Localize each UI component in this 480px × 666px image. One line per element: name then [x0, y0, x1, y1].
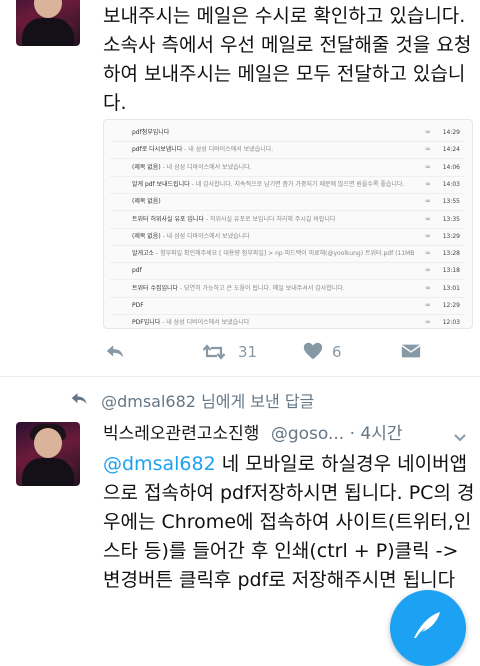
reply-icon: [104, 340, 126, 362]
email-time: 14:03: [442, 180, 460, 188]
reply-button[interactable]: [104, 340, 126, 362]
tweet-header: 빅스레오관련고소진행 @goso... · 4시간: [103, 421, 473, 447]
attachment-icon: ∞: [425, 301, 431, 309]
reply-context-label: 님에게 보낸 답글: [201, 392, 315, 411]
attachment-icon: ∞: [425, 179, 431, 188]
email-subject-text: 알게고소: [132, 250, 155, 258]
attachment-icon: ∞: [425, 266, 431, 275]
email-time: 14:24: [442, 146, 460, 154]
tweet-text: 보내주시는 메일은 수시로 확인하고 있습니다. 소속사 측에서 우선 메일로 …: [103, 5, 472, 114]
email-subject: PDF입니다 - 내 삼성 디바이스에서 보냈습니다: [132, 314, 432, 328]
email-subject-text: 트위터 수집입니다: [132, 284, 179, 292]
timestamp: · 4시간: [349, 424, 403, 444]
email-time: 14:06: [442, 163, 460, 171]
email-row: PDF ∞ 12:29: [110, 297, 464, 315]
email-subject: pdf: [132, 262, 432, 279]
email-row: pdf첨부입니다 ∞ 14:29: [110, 124, 464, 142]
attachment-icon: ∞: [425, 249, 431, 258]
display-name[interactable]: 빅스레오관련고소진행: [103, 424, 259, 444]
email-snippet: - 내 삼성 디바이스에서 보냈습니다.: [160, 163, 252, 171]
email-subject: PDF: [132, 297, 432, 314]
tweet-actions: 31 6: [0, 340, 480, 364]
attachment-icon: ∞: [425, 128, 431, 136]
attached-image-email-list[interactable]: pdf첨부입니다 ∞ 14:29 pdf로 다시보냅니다 - 내 삼성 디바이스에서 …: [103, 119, 473, 329]
username[interactable]: @goso...: [271, 424, 344, 444]
heart-icon: [302, 340, 324, 362]
email-subject: 트위터 수집입니다 - 당연히 가능하고 큰 도움이 됩니다. 메일 보내주셔서…: [132, 280, 432, 297]
email-time: 13:29: [442, 232, 460, 240]
email-subject-text: PDF입니다: [132, 319, 161, 327]
reply-context[interactable]: @dmsal682 님에게 보낸 답글: [70, 390, 314, 414]
dm-icon: [400, 340, 422, 362]
email-row: pdf로 다시보냅니다 - 내 삼성 디바이스에서 보냈습니다. ∞ 14:24: [110, 141, 464, 160]
email-row: (제목 없음) ∞ 13:55: [110, 193, 464, 212]
reply-context-handle[interactable]: @dmsal682: [101, 392, 196, 411]
avatar[interactable]: [16, 0, 80, 46]
email-time: 14:29: [442, 129, 460, 136]
email-time: 13:35: [442, 215, 460, 223]
email-row: 알게 pdf 보내드립니다 - 네 감사합니다. 지속적으로 남기면 좀가 가중…: [110, 176, 464, 194]
email-subject-text: pdf첨부입니다: [132, 129, 170, 136]
avatar[interactable]: [16, 422, 80, 486]
email-subject: 알게 pdf 보내드립니다 - 네 감사합니다. 지속적으로 남기면 좀가 가중…: [132, 176, 432, 193]
email-subject: pdf첨부입니다: [132, 124, 432, 141]
email-subject-text: (제목 없음): [132, 232, 161, 240]
email-time: 13:01: [442, 284, 460, 292]
attachment-icon: ∞: [425, 231, 431, 240]
email-time: 12:03: [442, 319, 460, 327]
email-snippet: - 내 삼성 디바이스에서 보냈습니다: [160, 319, 250, 327]
email-row: 트위터 허위사실 유포 입니다 - 허위사실 유포로 보입니다 처리해 주시길 …: [110, 211, 464, 229]
email-subject: (제목 없음) - 내 삼성 디바이스에서 보냈습니다: [132, 228, 432, 245]
email-time: 13:18: [442, 267, 460, 275]
attachment-icon: ∞: [425, 145, 431, 154]
email-subject: pdf로 다시보냅니다 - 내 삼성 디바이스에서 보냈습니다.: [132, 141, 432, 158]
reply-context-icon: [70, 390, 90, 415]
email-row: PDF입니다 - 내 삼성 디바이스에서 보냈습니다 ∞ 12:03: [110, 314, 464, 328]
email-subject-text: 트위터 허위사실 유포 입니다: [132, 215, 204, 223]
email-subject-text: pdf: [132, 267, 142, 275]
email-subject: (제목 없음) - 내 삼성 디바이스에서 보냈습니다.: [132, 159, 432, 176]
email-snippet: - 내 삼성 디바이스에서 보냈습니다.: [182, 146, 274, 154]
reply-tweet-text: @dmsal682 네 모바일로 하실경우 네이버앱으로 접속하여 pdf저장하…: [103, 450, 475, 595]
attachment-icon: ∞: [425, 162, 431, 171]
email-subject: (제목 없음): [132, 193, 432, 210]
email-subject-text: PDF: [132, 302, 144, 309]
email-time: 12:29: [442, 302, 460, 309]
mention-link[interactable]: @dmsal682: [103, 453, 216, 475]
email-row: 알게고소 - 첨부파일 확인해주세요 [ 대용량 첨부파일] > np 피드백이…: [110, 245, 464, 264]
email-subject-text: (제목 없음): [132, 163, 161, 171]
email-row: pdf ∞ 13:18: [110, 262, 464, 281]
email-subject-text: pdf로 다시보냅니다: [132, 146, 183, 154]
retweet-icon: [202, 340, 226, 364]
direct-message-button[interactable]: [400, 340, 422, 362]
attachment-icon: ∞: [425, 214, 431, 223]
email-snippet: - 첨부파일 확인해주세요 [ 대용량 첨부파일] > np 피드백이 피료해(…: [154, 250, 415, 258]
retweet-count: 31: [238, 343, 258, 361]
like-count: 6: [332, 343, 342, 361]
email-subject-text: 알게 pdf 보내드립니다: [132, 180, 190, 188]
divider: [0, 376, 480, 377]
email-subject: 트위터 허위사실 유포 입니다 - 허위사실 유포로 보입니다 처리해 주시길 …: [132, 211, 432, 228]
email-snippet: - 허위사실 유포로 보입니다 처리해 주시길 바랍니다: [203, 215, 336, 223]
email-subject: 알게고소 - 첨부파일 확인해주세요 [ 대용량 첨부파일] > np 피드백이…: [132, 245, 432, 262]
email-row: (제목 없음) - 내 삼성 디바이스에서 보냈습니다 ∞ 13:29: [110, 228, 464, 246]
email-time: 13:55: [442, 198, 460, 206]
email-snippet: - 내 삼성 디바이스에서 보냈습니다: [160, 232, 250, 240]
email-time: 13:28: [442, 250, 460, 258]
email-row: (제목 없음) - 내 삼성 디바이스에서 보냈습니다. ∞ 14:06: [110, 159, 464, 177]
email-subject-text: (제목 없음): [132, 198, 161, 206]
attachment-icon: ∞: [425, 197, 431, 206]
email-row: 트위터 수집입니다 - 당연히 가능하고 큰 도움이 됩니다. 메일 보내주셔서…: [110, 280, 464, 298]
compose-button[interactable]: [390, 590, 466, 666]
attachment-icon: ∞: [425, 283, 431, 292]
email-snippet: - 당연히 가능하고 큰 도움이 됩니다. 메일 보내주셔서 감사합니다.: [178, 284, 345, 292]
email-snippet: - 네 감사합니다. 지속적으로 남기면 좀가 가중되기 때문에 많으면 원을수…: [189, 180, 405, 188]
attachment-icon: ∞: [425, 318, 431, 327]
